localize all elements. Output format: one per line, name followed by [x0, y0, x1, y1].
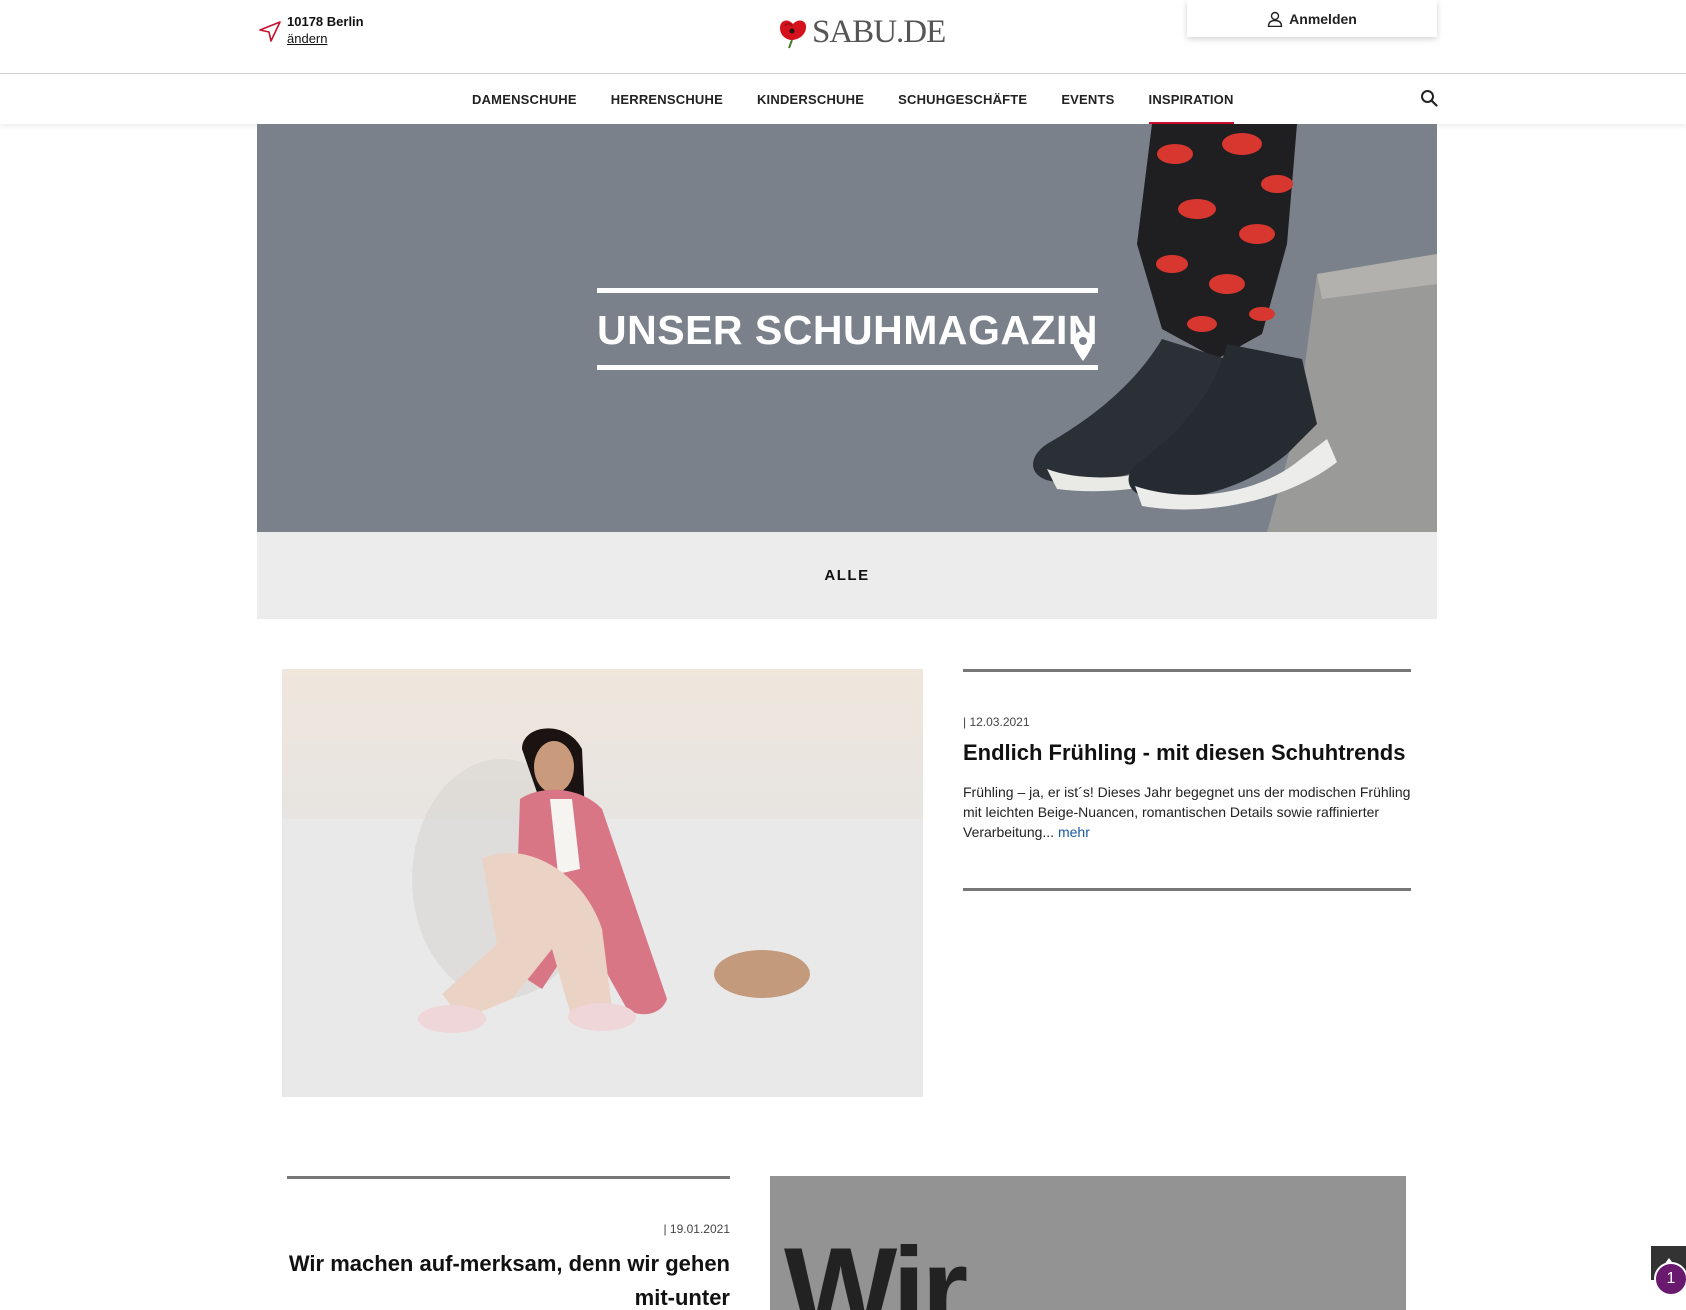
nav-item-kinderschuhe[interactable]: KINDERSCHUHE: [757, 74, 864, 124]
site-logo[interactable]: SABU.DE: [776, 13, 946, 50]
user-icon: [1267, 11, 1283, 27]
nav-item-damenschuhe[interactable]: DAMENSCHUHE: [472, 74, 577, 124]
notification-badge[interactable]: 1: [1654, 1262, 1686, 1296]
search-icon[interactable]: [1420, 89, 1438, 107]
category-filter-bar: ALLE: [257, 532, 1437, 619]
poppy-logo-icon: [780, 20, 807, 49]
hero-title: UNSER SCHUHMAGAZIN: [597, 307, 1098, 353]
article-image-word: Wir: [784, 1223, 968, 1310]
change-location-link[interactable]: ändern: [287, 30, 364, 48]
article-teaser-spring-trends: | 12.03.2021 Endlich Frühling - mit dies…: [963, 669, 1411, 891]
article-title[interactable]: Endlich Frühling - mit diesen Schuhtrend…: [963, 740, 1405, 766]
login-label: Anmelden: [1289, 10, 1357, 27]
login-button[interactable]: Anmelden: [1187, 0, 1437, 37]
nav-item-schuhgeschaefte[interactable]: SCHUHGESCHÄFTE: [898, 74, 1027, 124]
location-city: 10178 Berlin: [287, 14, 364, 29]
top-header: 10178 Berlin ändern SABU.DE Anmelden: [0, 0, 1686, 74]
more-link[interactable]: mehr: [1058, 824, 1090, 840]
article-date: | 12.03.2021: [963, 715, 1030, 729]
article-image-awareness[interactable]: Wir: [770, 1176, 1406, 1310]
location-arrow-icon: [259, 21, 281, 42]
location-selector[interactable]: 10178 Berlin ändern: [257, 14, 364, 48]
article-title[interactable]: Wir machen auf-merksam, denn wir gehen m…: [287, 1247, 730, 1310]
article-excerpt: Frühling – ja, er ist´s! Dieses Jahr beg…: [963, 782, 1411, 842]
article-teaser-awareness: | 19.01.2021 Wir machen auf-merksam, den…: [287, 1176, 730, 1310]
hero-title-frame: UNSER SCHUHMAGAZIN: [597, 288, 1098, 370]
map-pin-icon: [1073, 331, 1093, 361]
filter-all-button[interactable]: ALLE: [824, 567, 869, 584]
article-image-spring-trends[interactable]: [282, 669, 923, 1097]
main-navigation: DAMENSCHUHE HERRENSCHUHE KINDERSCHUHE SC…: [0, 74, 1686, 124]
nav-item-inspiration[interactable]: INSPIRATION: [1148, 74, 1234, 124]
woman-sitting-photo: [282, 669, 923, 1097]
article-date: | 19.01.2021: [663, 1222, 730, 1236]
nav-item-herrenschuhe[interactable]: HERRENSCHUHE: [611, 74, 723, 124]
logo-text: SABU.DE: [812, 13, 946, 50]
article-excerpt-text: Frühling – ja, er ist´s! Dieses Jahr beg…: [963, 784, 1411, 840]
nav-item-events[interactable]: EVENTS: [1061, 74, 1114, 124]
magazine-hero-banner: UNSER SCHUHMAGAZIN: [257, 124, 1437, 532]
